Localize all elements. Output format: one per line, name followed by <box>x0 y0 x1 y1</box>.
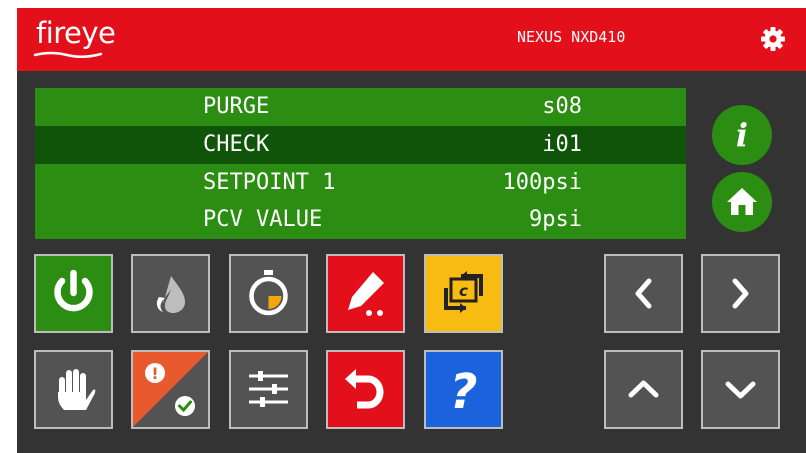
nav-left-button[interactable] <box>604 254 683 333</box>
lcd-display: PURGE s08 CHECK i01 SETPOINT 1 100psi PC… <box>35 88 686 239</box>
info-glyph: i <box>736 116 748 154</box>
cycle-button[interactable]: c <box>424 254 503 333</box>
lcd-value: s08 <box>542 94 582 119</box>
header-bar: fireye NEXUS NXD410 <box>17 8 806 71</box>
lcd-row-setpoint: SETPOINT 1 100psi <box>35 164 686 202</box>
edit-pencil-icon <box>348 272 384 316</box>
control-panel: fireye NEXUS NXD410 PURGE s08 CHECK i01 … <box>17 8 806 453</box>
home-icon <box>727 188 757 215</box>
undo-icon <box>345 369 384 409</box>
chevron-left-icon <box>635 278 652 309</box>
lcd-value: i01 <box>542 131 582 157</box>
lcd-value: 9psi <box>529 207 582 233</box>
hand-stop-icon <box>58 369 96 410</box>
lcd-label: SETPOINT 1 <box>203 169 336 195</box>
gear-icon <box>761 27 785 51</box>
alarm-acknowledge-button[interactable]: ! <box>131 350 210 429</box>
logo-swoosh <box>33 51 103 58</box>
chevron-right-icon <box>732 278 749 309</box>
manual-hold-button[interactable] <box>34 350 113 429</box>
lcd-value: 100psi <box>502 169 582 195</box>
lcd-row-purge: PURGE s08 <box>35 88 686 126</box>
cycle-glyph: c <box>459 282 468 300</box>
power-icon <box>54 269 93 312</box>
info-button[interactable]: i <box>712 105 772 165</box>
lcd-label: CHECK <box>203 131 270 157</box>
nav-up-button[interactable] <box>604 350 683 429</box>
model-name: NEXUS NXD410 <box>517 28 626 46</box>
info-icon: i <box>736 116 748 154</box>
settings-sliders-button[interactable] <box>229 350 308 429</box>
fireye-logo: fireye <box>36 16 116 50</box>
help-button[interactable]: ? <box>424 350 503 429</box>
nav-right-button[interactable] <box>701 254 780 333</box>
alarm-acknowledge-icon: ! <box>133 352 208 427</box>
lcd-label: PURGE <box>203 94 270 119</box>
lcd-row-pcv-value: PCV VALUE 9psi <box>35 201 686 239</box>
power-button[interactable] <box>34 254 113 333</box>
settings-button[interactable] <box>759 25 787 53</box>
edit-button[interactable] <box>326 254 405 333</box>
chevron-up-icon <box>628 380 659 398</box>
timer-button[interactable] <box>229 254 308 333</box>
help-question-icon: ? <box>450 364 478 420</box>
undo-button[interactable] <box>326 350 405 429</box>
cycle-c-icon: c <box>444 271 483 313</box>
nav-down-button[interactable] <box>701 350 780 429</box>
lcd-label: PCV VALUE <box>203 207 323 233</box>
flame-icon <box>156 276 185 313</box>
stopwatch-icon <box>249 270 288 316</box>
alarm-glyph: ! <box>151 364 158 383</box>
chevron-down-icon <box>725 381 756 399</box>
home-button[interactable] <box>712 172 772 232</box>
lcd-row-check: CHECK i01 <box>35 125 686 164</box>
sliders-icon <box>249 371 288 407</box>
flame-button[interactable] <box>131 254 210 333</box>
help-glyph: ? <box>450 364 478 420</box>
